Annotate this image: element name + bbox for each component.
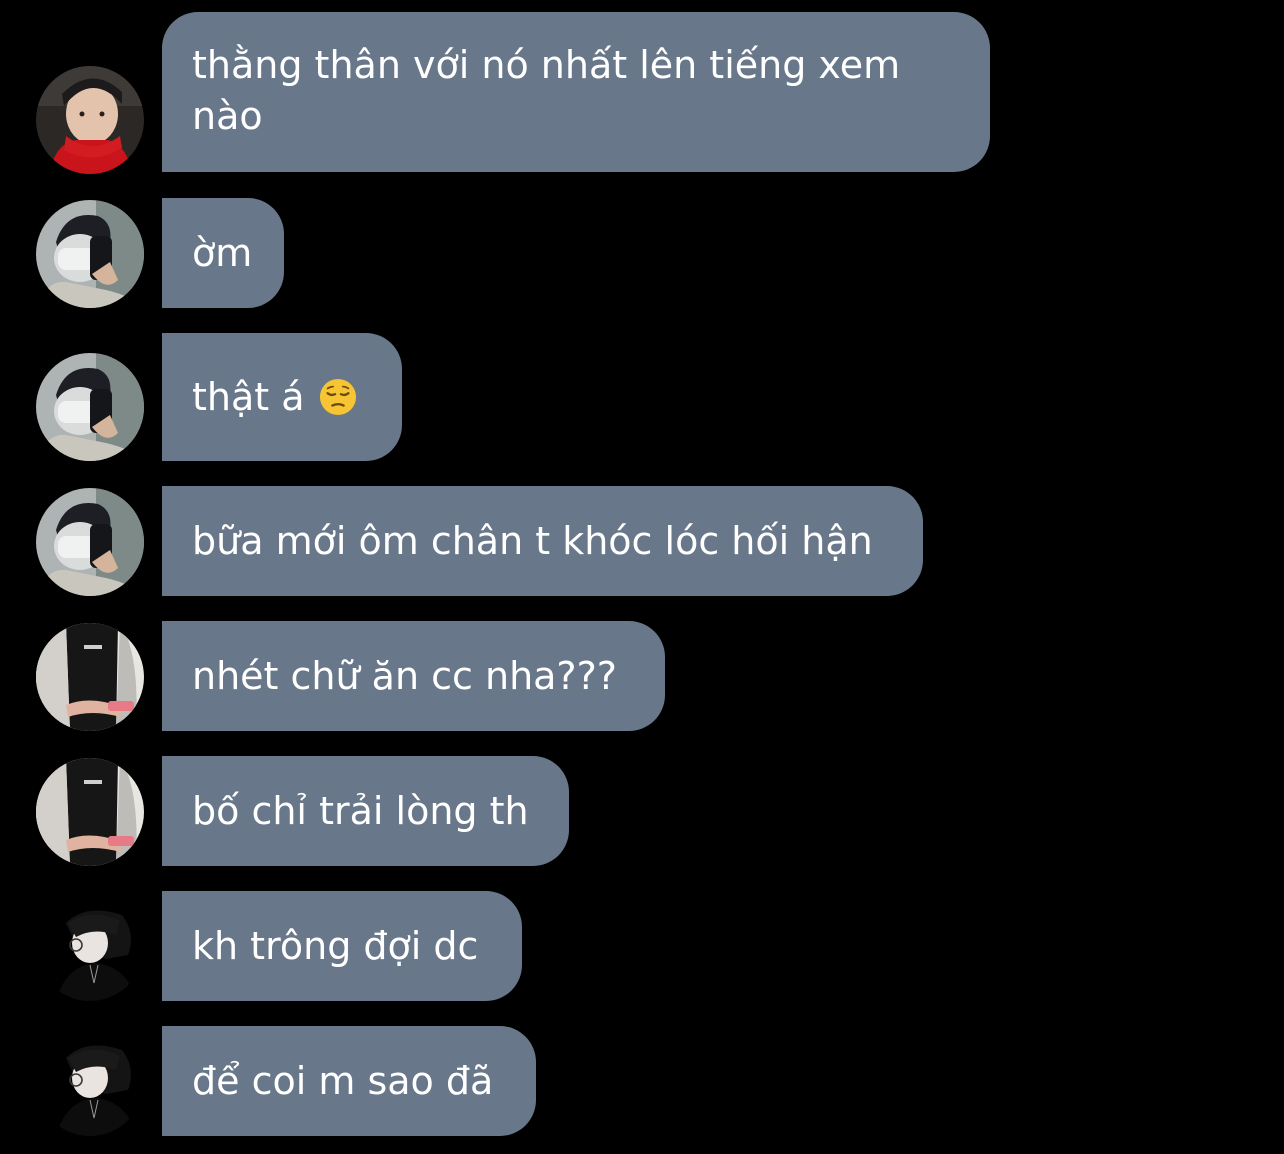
message-row: bữa mới ôm chân t khóc lóc hối hận	[0, 486, 1284, 596]
avatar-image	[36, 488, 144, 596]
message-text: nhét chữ ăn cc nha???	[192, 653, 617, 698]
avatar-red-scarf[interactable]	[36, 66, 144, 174]
message-row: để coi m sao đã	[0, 1026, 1284, 1136]
message-row: nhét chữ ăn cc nha???	[0, 621, 1284, 731]
avatar-glasses-profile[interactable]	[36, 893, 144, 1001]
message-row: kh trông đợi dc	[0, 891, 1284, 1001]
message-text: bố chỉ trải lòng th	[192, 788, 529, 833]
message-row: thằng thân với nó nhất lên tiếng xem nào	[0, 12, 1284, 174]
avatar-image	[36, 758, 144, 866]
avatar-cardigan[interactable]	[36, 623, 144, 731]
avatar-image	[36, 1028, 144, 1136]
message-text: kh trông đợi dc	[192, 923, 479, 968]
message-bubble[interactable]: nhét chữ ăn cc nha???	[162, 621, 665, 731]
message-bubble[interactable]: bố chỉ trải lòng th	[162, 756, 569, 866]
avatar-image	[36, 66, 144, 174]
message-bubble[interactable]: ờm	[162, 198, 284, 308]
message-bubble[interactable]: bữa mới ôm chân t khóc lóc hối hận	[162, 486, 923, 596]
message-bubble[interactable]: thằng thân với nó nhất lên tiếng xem nào	[162, 12, 990, 172]
message-bubble[interactable]: kh trông đợi dc	[162, 891, 522, 1001]
message-row: thật á	[0, 333, 1284, 461]
avatar-masked-mirror[interactable]	[36, 353, 144, 461]
pensive-face-icon	[319, 378, 356, 416]
message-bubble[interactable]: thật á	[162, 333, 402, 461]
message-bubble[interactable]: để coi m sao đã	[162, 1026, 536, 1136]
message-text: thằng thân với nó nhất lên tiếng xem nào	[192, 43, 901, 138]
avatar-image	[36, 200, 144, 308]
message-row: bố chỉ trải lòng th	[0, 756, 1284, 866]
message-row: ờm	[0, 198, 1284, 308]
message-text: bữa mới ôm chân t khóc lóc hối hận	[192, 518, 873, 563]
avatar-masked-mirror[interactable]	[36, 200, 144, 308]
avatar-cardigan[interactable]	[36, 758, 144, 866]
message-text: thật á	[192, 374, 305, 419]
message-text: ờm	[192, 230, 253, 275]
avatar-image	[36, 353, 144, 461]
avatar-image	[36, 893, 144, 1001]
avatar-glasses-profile[interactable]	[36, 1028, 144, 1136]
message-text: để coi m sao đã	[192, 1058, 494, 1103]
avatar-image	[36, 623, 144, 731]
avatar-masked-mirror[interactable]	[36, 488, 144, 596]
